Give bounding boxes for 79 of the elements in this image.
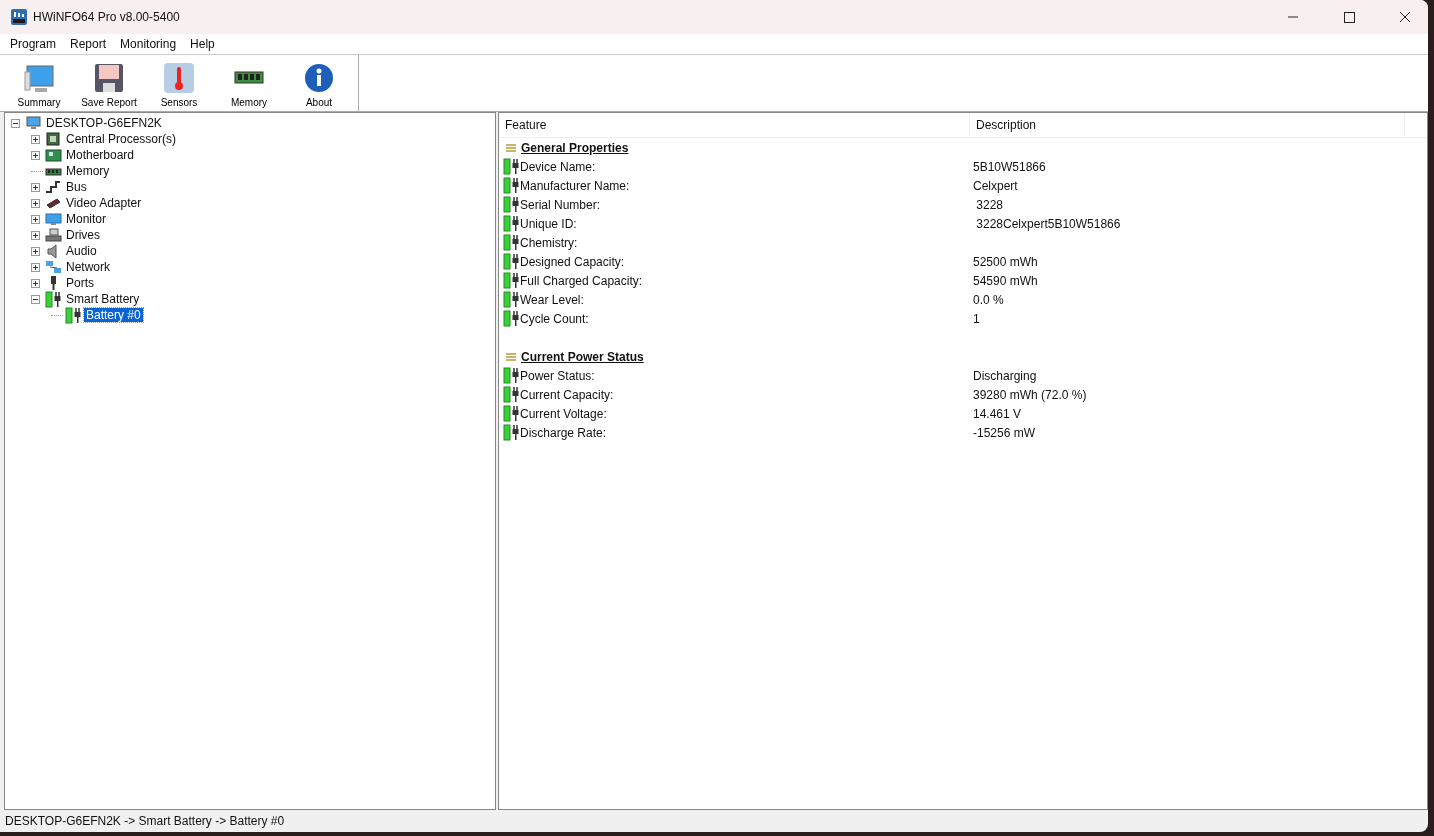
tree-item[interactable]: Smart Battery [64,292,142,306]
property-value: 52500 mWh [972,254,1039,269]
property-name: Device Name: [520,159,596,174]
property-value: 0.0 % [972,292,1005,307]
property-value: 5B10W51866 [972,159,1047,174]
battery-icon [503,424,520,441]
property-value: 14.461 V [972,406,1023,421]
monitor-icon [45,210,62,228]
app-logo-icon [11,9,27,25]
property-name: Designed Capacity: [520,254,625,269]
column-header[interactable]: Feature [499,114,969,136]
motherboard-icon [45,146,62,164]
tree-item[interactable]: Video Adapter [64,196,144,210]
battery-icon [65,306,82,324]
battery-icon [503,253,520,270]
window-title: HWiNFO64 Pro v8.00-5400 [33,10,180,24]
tree-item[interactable]: Memory [64,164,112,178]
network-icon [45,258,62,276]
battery-icon [503,386,520,403]
bus-icon [45,178,62,196]
property-name: Chemistry: [520,235,578,250]
tree-item[interactable]: Bus [64,180,89,194]
battery-icon [503,177,520,194]
tree-item[interactable]: Central Processor(s) [64,132,179,146]
cpu-icon [45,130,62,148]
property-value: 54590 mWh [972,273,1039,288]
sensors-icon [163,62,195,94]
about-icon [303,62,335,94]
section-heading: Current Power Status [521,349,644,364]
toolbar-button[interactable]: Memory [214,55,284,111]
property-name: Unique ID: [520,216,577,231]
save-icon [93,62,125,94]
property-name: Power Status: [520,368,595,383]
property-name: Discharge Rate: [520,425,607,440]
battery-icon [503,272,520,289]
toolbar-button[interactable]: Save Report [74,55,144,111]
property-value: Celxpert [972,178,1019,193]
menu-item[interactable]: Program [3,37,63,51]
menu-item[interactable]: Monitoring [113,37,184,51]
battery-icon [503,196,520,213]
battery-icon [503,215,520,232]
tree-item[interactable]: DESKTOP-G6EFN2K [44,116,164,130]
battery-icon [503,405,520,422]
tree-item[interactable]: Drives [64,228,102,242]
property-value: -15256 mW [972,425,1037,440]
battery-icon [503,158,520,175]
tree-item[interactable]: Audio [64,244,99,258]
property-value: 39280 mWh (72.0 %) [972,387,1088,402]
tree-item[interactable]: Battery #0 [84,308,143,322]
property-name: Current Capacity: [520,387,614,402]
battery-icon [503,291,520,308]
property-value: 3228Celxpert5B10W51866 [975,216,1122,231]
summary-icon [23,62,55,94]
property-name: Serial Number: [520,197,601,212]
menu-item[interactable]: Report [63,37,114,51]
column-header[interactable]: Description [969,114,1405,136]
tree-item[interactable]: Monitor [64,212,108,226]
toolbar-button[interactable]: Summary [4,55,74,111]
tree-item[interactable]: Motherboard [64,148,137,162]
property-name: Cycle Count: [520,311,589,326]
menu-item[interactable]: Help [183,37,222,51]
battery-icon [503,367,520,384]
property-name: Current Voltage: [520,406,607,421]
toolbar-button[interactable]: About [284,55,354,111]
tree-item[interactable]: Ports [64,276,96,290]
section-heading: General Properties [521,140,629,155]
battery-icon [503,234,520,251]
status-bar-text: DESKTOP-G6EFN2K -> Smart Battery -> Battery #0 [5,814,285,828]
property-value: 1 [972,311,981,326]
tree-item[interactable]: Network [64,260,112,274]
battery-icon [45,290,62,308]
toolbar-button[interactable]: Sensors [144,55,214,111]
property-value: 3228 [975,197,1005,212]
property-name: Manufacturer Name: [520,178,630,193]
property-name: Full Charged Capacity: [520,273,643,288]
battery-icon [503,310,520,327]
property-value: Discharging [972,368,1038,383]
property-name: Wear Level: [520,292,584,307]
drives-icon [45,226,62,244]
